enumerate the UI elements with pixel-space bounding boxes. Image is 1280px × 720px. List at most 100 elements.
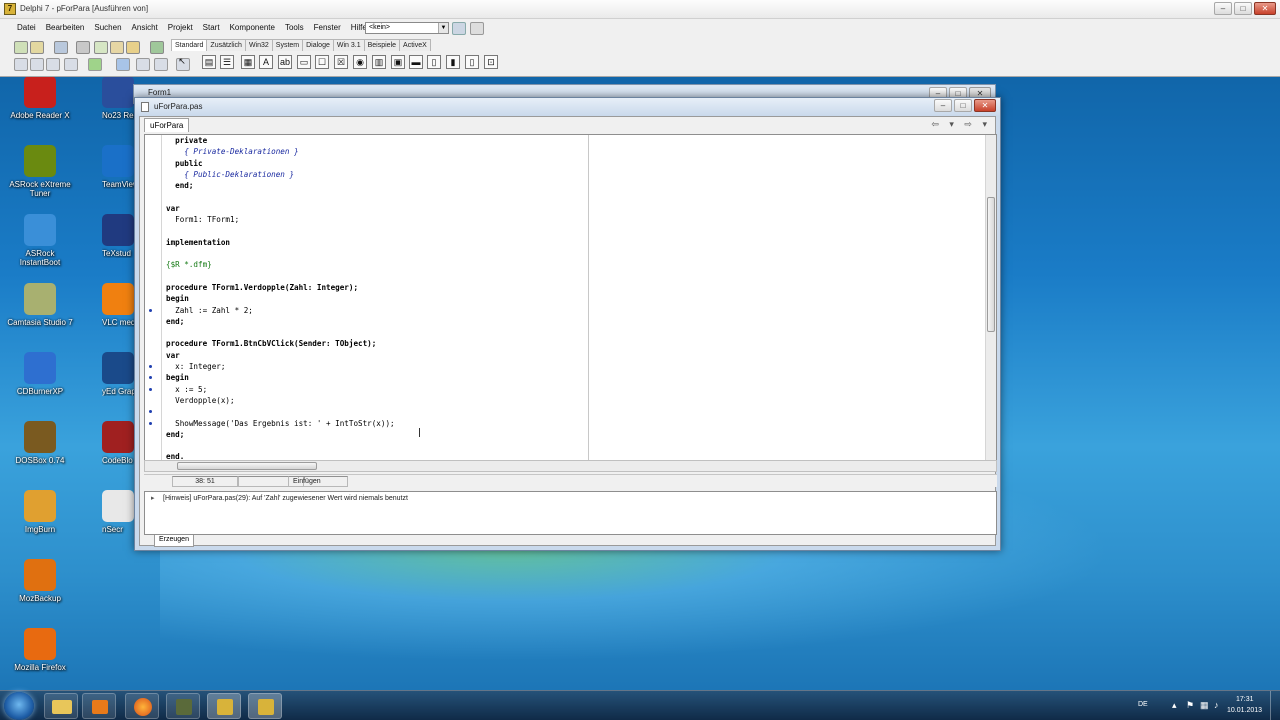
palette-tab-beispiele[interactable]: Beispiele (363, 39, 401, 51)
debug-toolbar-button[interactable] (154, 58, 168, 71)
desktop-icon-teamview[interactable]: TeamView (102, 145, 134, 189)
toolbar-button[interactable] (110, 41, 124, 54)
code-line[interactable]: Form1: TForm1; (166, 214, 239, 225)
desktop-icon-nsecr[interactable]: nSecr (102, 490, 134, 534)
code-line[interactable]: { Private-Deklarationen } (166, 146, 298, 157)
breakpoint-dot-icon[interactable] (149, 365, 152, 368)
input-language[interactable]: DE (1138, 701, 1148, 708)
radiobutton-icon[interactable]: ◉ (353, 55, 367, 69)
code-line[interactable]: var (166, 203, 180, 214)
desktop-icon-asrock-extreme-tuner[interactable]: ASRock eXtreme Tuner (5, 145, 75, 198)
palette-tab-standard[interactable]: Standard (171, 39, 208, 51)
desktop-icon-adobe-reader-x[interactable]: Adobe Reader X (5, 76, 75, 120)
palette-tab-win-3-1[interactable]: Win 3.1 (332, 39, 365, 51)
breakpoint-dot-icon[interactable] (149, 421, 152, 425)
toolbar-button[interactable] (14, 41, 28, 54)
code-line[interactable]: procedure TForm1.BtnCbVClick(Sender: TOb… (166, 338, 376, 349)
debug-toolbar-button[interactable] (46, 58, 60, 71)
code-line[interactable]: Verdopple(x); (166, 395, 234, 406)
code-line[interactable]: procedure TForm1.Verdopple(Zahl: Integer… (166, 282, 358, 293)
explorer-taskbar-icon[interactable] (44, 693, 78, 719)
tab-uforpara[interactable]: uForPara (144, 118, 190, 132)
code-line[interactable]: {$R *.dfm} (166, 259, 212, 270)
frames-icon[interactable]: ▤ (202, 55, 216, 69)
checkbox-icon[interactable]: ☒ (334, 55, 348, 69)
message-view[interactable]: ▸ [Hinweis] uForPara.pas(29): Auf 'Zahl'… (144, 491, 997, 535)
menu-item-komponente[interactable]: Komponente (225, 21, 280, 34)
debug-toolbar-button[interactable] (116, 58, 130, 71)
code-area[interactable]: private { Private-Deklarationen } public… (144, 134, 997, 461)
listbox-icon[interactable]: ▥ (372, 55, 386, 69)
palette-tab-dialoge[interactable]: Dialoge (302, 39, 334, 51)
debug-toolbar-button[interactable] (14, 58, 28, 71)
show-desktop-button[interactable] (1270, 691, 1280, 720)
panel-icon[interactable]: ▯ (465, 55, 479, 69)
code-line[interactable]: private (166, 135, 207, 146)
hint-message[interactable]: [Hinweis] uForPara.pas(29): Auf 'Zahl' z… (163, 495, 408, 502)
debug-toolbar-button[interactable] (64, 58, 78, 71)
menu-item-ansicht[interactable]: Ansicht (127, 21, 163, 34)
desktop-icon-imgburn[interactable]: ImgBurn (5, 490, 75, 534)
breakpoint-dot-icon[interactable] (149, 308, 152, 312)
menu-item-datei[interactable]: Datei (12, 21, 41, 34)
mainmenu-icon[interactable]: ☰ (220, 55, 234, 69)
code-line[interactable]: var (166, 350, 180, 361)
vertical-scroll-thumb[interactable] (987, 197, 995, 332)
code-line[interactable]: end; (166, 316, 184, 327)
tray-arrow-icon[interactable]: ▴ (1172, 700, 1177, 711)
desktop-icon-vlc-media[interactable]: VLC media (102, 283, 134, 327)
radiogroup-icon[interactable]: ▮ (446, 55, 460, 69)
set-debug-desktop-icon[interactable] (470, 22, 484, 35)
editor-close-button[interactable]: ✕ (974, 99, 996, 112)
button-icon[interactable]: ☐ (315, 55, 329, 69)
scrollbar-icon[interactable]: ▬ (409, 55, 423, 69)
minimize-button[interactable]: – (1214, 2, 1232, 15)
clock-date[interactable]: 10.01.2013 (1227, 707, 1262, 714)
desktop-icon-mozilla-firefox[interactable]: Mozilla Firefox (5, 628, 75, 672)
clock-time[interactable]: 17:31 (1236, 696, 1254, 703)
code-line[interactable]: x: Integer; (166, 361, 225, 372)
horizontal-scroll-thumb[interactable] (177, 462, 317, 470)
desktop-icon-cdburnerxp[interactable]: CDBurnerXP (5, 352, 75, 396)
toolbar-button[interactable] (54, 41, 68, 54)
breakpoint-dot-icon[interactable] (149, 387, 152, 391)
code-line[interactable]: ShowMessage('Das Ergebnis ist: ' + IntTo… (166, 418, 394, 429)
palette-tab-win32[interactable]: Win32 (244, 39, 273, 51)
tab-erzeugen[interactable]: Erzeugen (154, 535, 194, 547)
volume-icon[interactable]: ♪ (1214, 700, 1219, 710)
code-line[interactable]: begin (166, 372, 189, 383)
desktop-icon-asrock-instantboot[interactable]: ASRock InstantBoot (5, 214, 75, 267)
debug-toolbar-button[interactable] (30, 58, 44, 71)
start-button[interactable] (4, 692, 34, 720)
menu-item-suchen[interactable]: Suchen (89, 21, 126, 34)
editor-maximize-button[interactable]: □ (954, 99, 972, 112)
editor-minimize-button[interactable]: – (934, 99, 952, 112)
desktop-icon-yed-graphi[interactable]: yEd Graphi (102, 352, 134, 396)
horizontal-scrollbar[interactable] (144, 460, 997, 472)
code-line[interactable]: end; (166, 429, 184, 440)
app-taskbar-icon[interactable] (166, 693, 200, 719)
actionlist-icon[interactable]: ⊡ (484, 55, 498, 69)
desktop-icon-mozbackup[interactable]: MozBackup (5, 559, 75, 603)
memo-icon[interactable]: ▭ (297, 55, 311, 69)
save-desktop-icon[interactable] (452, 22, 466, 35)
code-line[interactable]: end; (166, 180, 193, 191)
code-line[interactable]: { Public-Deklarationen } (166, 169, 294, 180)
palette-tab-zus-tzlich[interactable]: Zusätzlich (206, 39, 246, 51)
code-line[interactable]: x := 5; (166, 384, 207, 395)
code-line[interactable]: begin (166, 293, 189, 304)
firefox-taskbar-icon[interactable] (125, 693, 159, 719)
vertical-scrollbar[interactable] (985, 135, 996, 460)
menu-item-start[interactable]: Start (198, 21, 225, 34)
close-button[interactable]: ✕ (1254, 2, 1276, 15)
groupbox-icon[interactable]: ▯ (427, 55, 441, 69)
toolbar-button[interactable] (30, 41, 44, 54)
code-line[interactable]: public (166, 158, 202, 169)
toolbar-button[interactable] (76, 41, 90, 54)
popupmenu-icon[interactable]: ▦ (241, 55, 255, 69)
maximize-button[interactable]: □ (1234, 2, 1252, 15)
desktop-layout-combo[interactable]: <kein> ▼ (365, 22, 449, 34)
desktop-icon-texstud[interactable]: TeXstud (102, 214, 134, 258)
pointer-icon[interactable]: ↖ (175, 55, 189, 69)
network-icon[interactable]: ▦ (1200, 700, 1209, 711)
